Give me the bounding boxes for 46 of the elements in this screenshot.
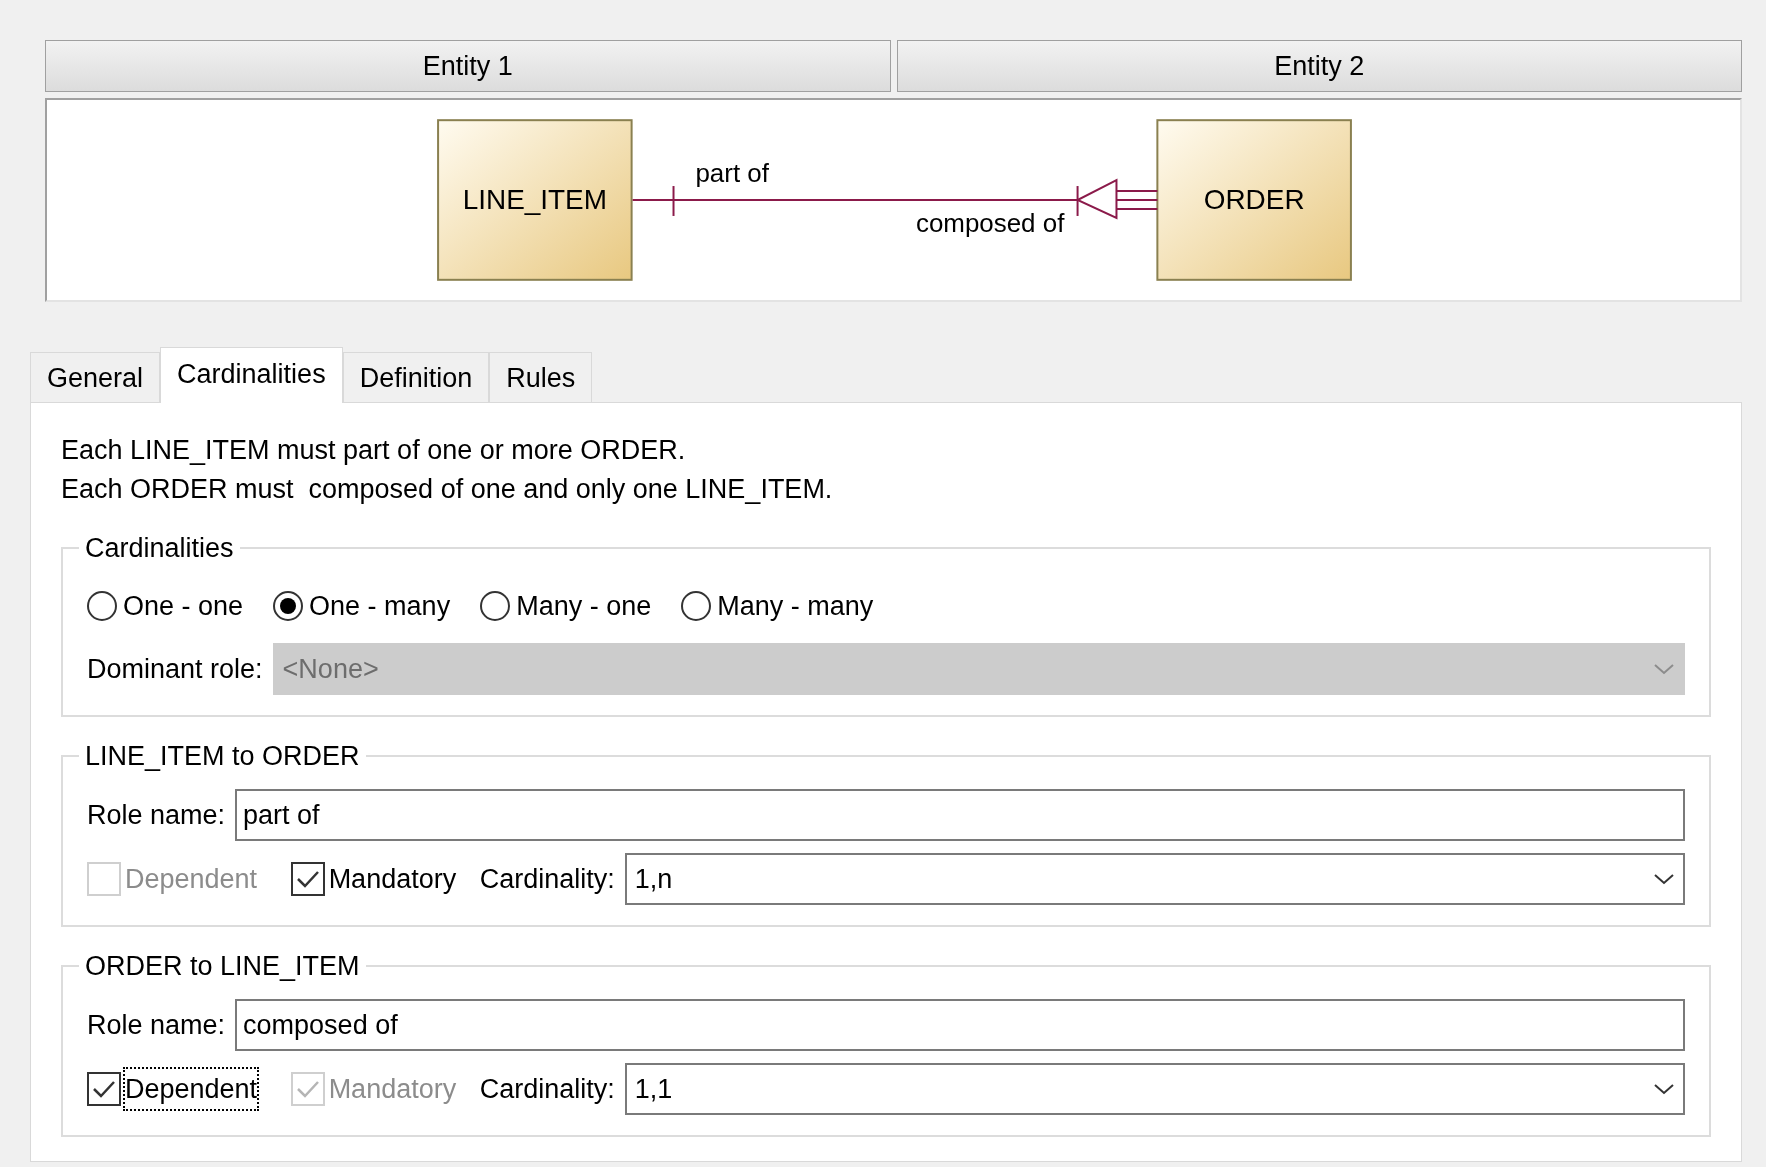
- sentence: Each ORDER must composed of one and only one LINE_ITEM.: [61, 473, 834, 506]
- field-label: Dominant role:: [87, 652, 263, 686]
- radio-button[interactable]: [480, 591, 511, 621]
- column-header[interactable]: Entity 2: [896, 40, 1742, 92]
- role-label: composed of: [915, 208, 1065, 237]
- radio-label: One - many: [309, 589, 451, 623]
- column-header[interactable]: Entity 1: [45, 40, 891, 92]
- check-icon: [295, 869, 320, 889]
- tab[interactable]: Definition: [342, 352, 490, 402]
- radio-button[interactable]: [273, 591, 304, 621]
- tab[interactable]: Cardinalities: [160, 347, 343, 403]
- chevron-icon: [1653, 1082, 1675, 1096]
- radio-button[interactable]: [681, 591, 712, 621]
- checkbox-label: Dependent: [125, 862, 258, 896]
- checkbox-label: Mandatory: [328, 862, 457, 896]
- dropdown[interactable]: 1,n: [624, 853, 1685, 905]
- radio-label: One - one: [123, 589, 244, 623]
- group-title: LINE_ITEM to ORDER: [84, 741, 361, 771]
- input-field[interactable]: part of: [235, 789, 1685, 841]
- chevron-icon: [1653, 872, 1675, 886]
- checkbox-label: Dependent: [125, 1068, 258, 1110]
- radio-button[interactable]: [87, 591, 117, 621]
- input-field[interactable]: composed of: [235, 999, 1685, 1051]
- dropdown[interactable]: 1,1: [624, 1063, 1685, 1115]
- field-label: Role name:: [87, 798, 226, 832]
- radio-label: Many - one: [516, 589, 652, 623]
- entity-name: ORDER: [1203, 184, 1305, 215]
- role-label: part of: [695, 159, 769, 188]
- check-icon: [295, 1079, 320, 1099]
- tab[interactable]: Rules: [489, 352, 593, 402]
- checkbox[interactable]: [87, 1072, 121, 1106]
- checkbox[interactable]: [290, 862, 325, 896]
- check-icon: [92, 1079, 116, 1099]
- field-label: Cardinality:: [479, 862, 615, 896]
- radio-label: Many - many: [717, 589, 874, 623]
- checkbox-label: Mandatory: [328, 1072, 457, 1106]
- entity-name: LINE_ITEM: [462, 184, 607, 215]
- sentence: Each LINE_ITEM must part of one or more ORDER.: [61, 434, 687, 467]
- entity-box[interactable]: ORDER: [1156, 119, 1352, 281]
- tab[interactable]: General: [30, 352, 161, 402]
- group-title: ORDER to LINE_ITEM: [84, 951, 361, 981]
- field-label: Role name:: [87, 1008, 226, 1042]
- entity-box[interactable]: LINE_ITEM: [437, 119, 633, 281]
- group-title: Cardinalities: [84, 533, 235, 563]
- field-label: Cardinality:: [479, 1072, 615, 1106]
- chevron-icon: [1653, 662, 1675, 676]
